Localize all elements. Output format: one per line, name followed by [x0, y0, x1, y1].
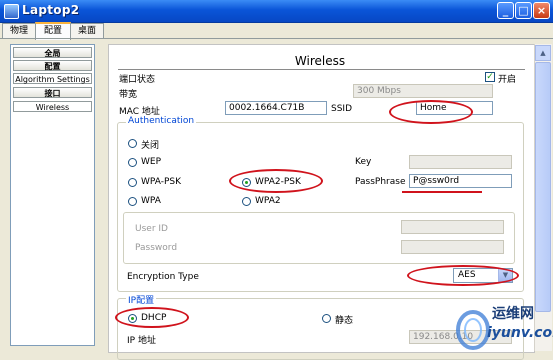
- ip-address-label: IP 地址: [127, 336, 156, 346]
- mac-address-field[interactable]: 0002.1664.C71B: [225, 101, 327, 115]
- passphrase-annotation-underline: [402, 191, 482, 193]
- static-label: 静态: [335, 316, 354, 326]
- close-button[interactable]: ×: [533, 2, 550, 19]
- password-label: Password: [135, 243, 178, 253]
- auth-wpa-psk-label: WPA-PSK: [141, 177, 181, 187]
- passphrase-field[interactable]: P@ssw0rd: [409, 174, 512, 188]
- tab-divider: [0, 38, 553, 39]
- sidebar-item-algorithm-settings[interactable]: Algorithm Settings: [13, 73, 92, 84]
- auth-wpa-label: WPA: [141, 196, 161, 206]
- sidebar-item-interface[interactable]: 接口: [13, 87, 92, 98]
- window-title: Laptop2: [22, 3, 80, 17]
- bandwidth-field: 300 Mbps: [353, 84, 493, 98]
- watermark-text-cn: 运维网: [492, 306, 534, 322]
- wpa2-psk-annotation-ellipse: [229, 169, 323, 193]
- title-bar: Laptop2 _ □ ×: [0, 0, 553, 23]
- user-id-field: [401, 220, 504, 234]
- radio-static[interactable]: [322, 314, 331, 323]
- sidebar-item-config[interactable]: 配置: [13, 60, 92, 71]
- authentication-title: Authentication: [126, 116, 197, 126]
- key-field: [409, 155, 512, 169]
- title-divider: [118, 69, 525, 70]
- ssid-label: SSID: [331, 104, 353, 114]
- laptop-icon: [4, 4, 19, 19]
- auth-wpa2-label: WPA2: [255, 196, 281, 206]
- tab-physical[interactable]: 物理: [2, 23, 36, 38]
- dhcp-annotation-ellipse: [115, 307, 189, 328]
- radio-auth-off[interactable]: [128, 139, 137, 148]
- encryption-type-label: Encryption Type: [127, 272, 199, 282]
- ssid-annotation-ellipse: [389, 100, 473, 124]
- watermark-url: iyunv.com: [487, 325, 553, 341]
- sidebar-item-wireless[interactable]: Wireless: [13, 101, 92, 112]
- auth-off-label: 关闭: [141, 141, 160, 151]
- scrollbar-thumb[interactable]: [535, 62, 551, 312]
- auth-wep-label: WEP: [141, 157, 162, 167]
- port-on-checkbox[interactable]: ✓: [485, 72, 495, 82]
- ip-config-title: IP配置: [126, 293, 157, 306]
- radio-auth-wpa2[interactable]: [242, 197, 251, 206]
- encryption-annotation-ellipse: [407, 265, 519, 286]
- sidebar: 全局 配置 Algorithm Settings 接口 Wireless: [10, 44, 95, 346]
- bandwidth-label: 带宽: [119, 90, 138, 100]
- radio-auth-wpa[interactable]: [128, 197, 137, 206]
- tab-bar: 物理 配置 桌面: [0, 22, 553, 40]
- port-status-label: 端口状态: [119, 75, 156, 85]
- maximize-button[interactable]: □: [515, 2, 532, 19]
- password-field: [401, 240, 504, 254]
- user-id-label: User ID: [135, 224, 168, 234]
- minimize-button[interactable]: _: [497, 2, 514, 19]
- radio-auth-wpa-psk[interactable]: [128, 178, 137, 187]
- sidebar-item-global[interactable]: 全局: [13, 47, 92, 58]
- tab-desktop[interactable]: 桌面: [70, 23, 104, 38]
- radio-auth-wep[interactable]: [128, 158, 137, 167]
- passphrase-label: PassPhrase: [355, 177, 406, 187]
- key-label: Key: [355, 157, 372, 167]
- page-title: Wireless: [294, 54, 346, 68]
- port-on-label: 开启: [498, 75, 517, 85]
- scroll-up-icon[interactable]: ▲: [535, 45, 551, 61]
